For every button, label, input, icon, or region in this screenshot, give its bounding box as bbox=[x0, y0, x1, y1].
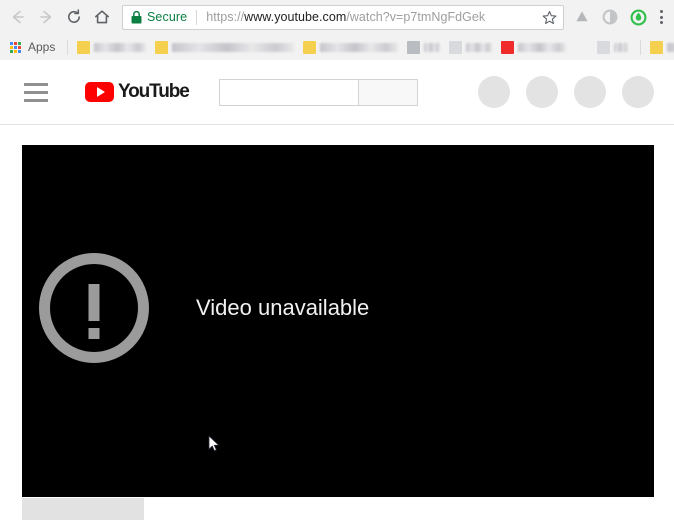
site-favicon bbox=[597, 40, 611, 54]
header-actions bbox=[478, 76, 654, 108]
youtube-wordmark: YouTube bbox=[118, 81, 190, 102]
header-action-placeholder[interactable] bbox=[574, 76, 606, 108]
folder-icon bbox=[650, 40, 664, 54]
menu-dot bbox=[659, 10, 663, 13]
exclamation-stem bbox=[88, 284, 100, 321]
header-action-placeholder[interactable] bbox=[478, 76, 510, 108]
bookmark-label-redacted bbox=[424, 42, 441, 52]
bookmark-item[interactable] bbox=[74, 37, 149, 57]
browser-chrome: Secure https://www.youtube.com/watch?v=p… bbox=[0, 0, 674, 60]
page-content: Video unavailable bbox=[0, 125, 674, 520]
forward-arrow-icon bbox=[40, 10, 52, 24]
mouse-cursor bbox=[208, 435, 219, 452]
folder-icon bbox=[303, 40, 317, 54]
youtube-play-icon bbox=[85, 82, 114, 102]
security-status-label: Secure bbox=[147, 10, 188, 24]
bookmark-item[interactable] bbox=[404, 37, 443, 57]
home-icon bbox=[95, 10, 109, 24]
play-triangle bbox=[96, 87, 105, 97]
header-action-placeholder[interactable] bbox=[526, 76, 558, 108]
browser-toolbar: Secure https://www.youtube.com/watch?v=p… bbox=[0, 0, 674, 34]
youtube-page: YouTube Video unavailable bbox=[0, 60, 674, 520]
hamburger-line bbox=[24, 98, 48, 102]
bookmark-label-redacted bbox=[466, 42, 493, 52]
hamburger-line bbox=[24, 90, 48, 94]
hamburger-line bbox=[24, 82, 48, 86]
bookmarks-divider bbox=[67, 39, 69, 55]
bookmark-item[interactable] bbox=[152, 37, 297, 57]
bookmarks-bar: Apps bbox=[0, 34, 674, 60]
youtube-header: YouTube bbox=[0, 60, 674, 125]
url-path: /watch?v=p7tmNgFdGek bbox=[346, 10, 486, 24]
site-favicon bbox=[449, 40, 463, 54]
avatar[interactable] bbox=[622, 76, 654, 108]
bookmark-label-redacted bbox=[667, 42, 674, 52]
youtube-logo[interactable]: YouTube bbox=[85, 81, 190, 103]
apps-label: Apps bbox=[28, 40, 56, 54]
url-scheme: https:// bbox=[206, 10, 245, 24]
omnibox-divider bbox=[196, 9, 198, 25]
bookmark-item[interactable] bbox=[498, 37, 569, 57]
extension-icons bbox=[568, 3, 670, 31]
bookmark-item[interactable] bbox=[446, 37, 495, 57]
video-unavailable-text: Video unavailable bbox=[196, 295, 370, 320]
site-favicon bbox=[407, 40, 421, 54]
video-error-message: Video unavailable bbox=[39, 253, 369, 363]
alert-circle-icon bbox=[39, 253, 149, 363]
lock-icon bbox=[131, 10, 142, 24]
search-button[interactable] bbox=[357, 78, 418, 106]
reload-button[interactable] bbox=[60, 3, 88, 31]
bookmark-label-redacted bbox=[94, 42, 147, 52]
google-drive-extension-icon[interactable] bbox=[568, 3, 596, 31]
folder-icon bbox=[77, 40, 91, 54]
search-bar bbox=[218, 78, 418, 106]
bookmark-item[interactable] bbox=[647, 37, 674, 57]
apps-shortcut[interactable]: Apps bbox=[6, 37, 61, 57]
exclamation-dot bbox=[88, 328, 100, 339]
bookmark-item[interactable] bbox=[594, 37, 631, 57]
url-text: https://www.youtube.com/watch?v=p7tmNgFd… bbox=[206, 10, 538, 24]
bookmark-label-redacted bbox=[172, 42, 295, 52]
bookmarks-divider bbox=[640, 39, 642, 55]
guide-menu-button[interactable] bbox=[24, 80, 48, 104]
apps-grid-icon bbox=[10, 41, 21, 53]
back-button[interactable] bbox=[4, 3, 32, 31]
back-arrow-icon bbox=[12, 10, 24, 24]
gray-circle-extension-icon[interactable] bbox=[596, 3, 624, 31]
reload-icon bbox=[68, 9, 80, 23]
home-button[interactable] bbox=[88, 3, 116, 31]
bookmark-label-redacted bbox=[614, 42, 629, 52]
search-input[interactable] bbox=[218, 78, 358, 106]
url-host: www.youtube.com bbox=[244, 10, 347, 24]
content-placeholder-bar bbox=[22, 498, 144, 520]
folder-icon bbox=[155, 40, 169, 54]
bookmark-item[interactable] bbox=[300, 37, 401, 57]
green-circle-extension-icon[interactable] bbox=[624, 3, 652, 31]
video-player[interactable]: Video unavailable bbox=[22, 145, 654, 497]
menu-dot bbox=[659, 15, 663, 19]
menu-dot bbox=[659, 21, 663, 24]
site-favicon bbox=[501, 40, 515, 54]
bookmark-label-redacted bbox=[320, 42, 399, 52]
address-bar[interactable]: Secure https://www.youtube.com/watch?v=p… bbox=[122, 4, 564, 30]
chrome-menu-button[interactable] bbox=[652, 3, 670, 31]
bookmark-label-redacted bbox=[518, 42, 567, 52]
forward-button[interactable] bbox=[32, 3, 60, 31]
bookmark-star-icon[interactable] bbox=[542, 10, 557, 25]
